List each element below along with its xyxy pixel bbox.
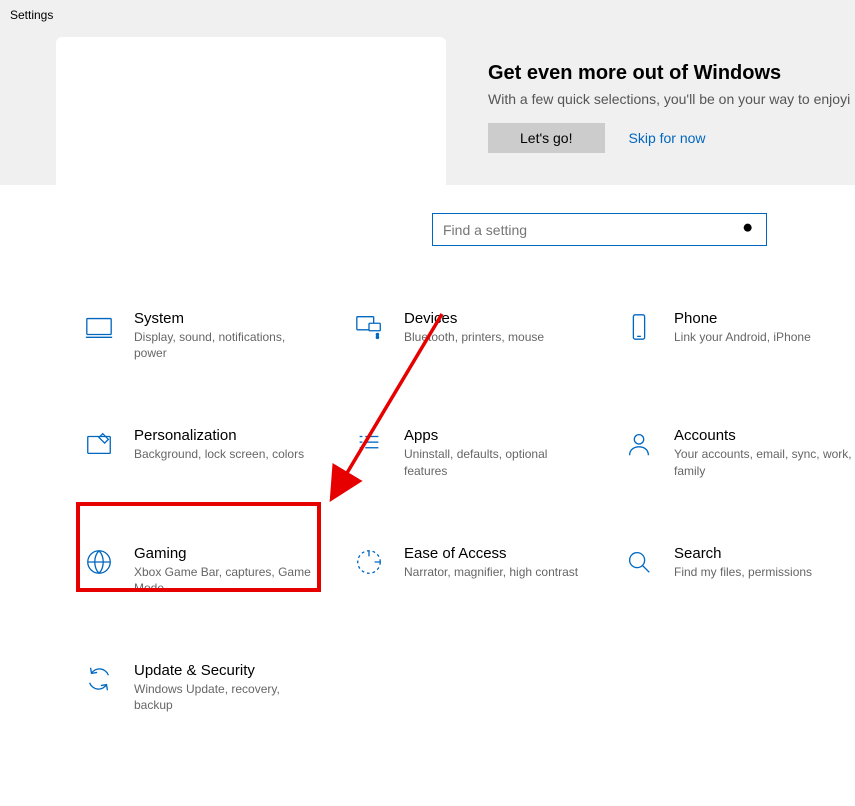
header-band: Settings Get even more out of Windows Wi… xyxy=(0,0,855,185)
tile-desc: Narrator, magnifier, high contrast xyxy=(404,564,578,580)
tile-title: Phone xyxy=(674,310,811,327)
tile-title: Update & Security xyxy=(134,662,314,679)
search-tile-icon xyxy=(622,545,656,579)
tile-desc: Find my files, permissions xyxy=(674,564,812,580)
tile-desc: Xbox Game Bar, captures, Game Mode xyxy=(134,564,314,596)
search-input[interactable] xyxy=(432,213,767,246)
user-panel xyxy=(56,37,446,185)
system-icon xyxy=(82,310,116,344)
ease-icon xyxy=(352,545,386,579)
tile-desc: Link your Android, iPhone xyxy=(674,329,811,345)
tile-desc: Windows Update, recovery, backup xyxy=(134,681,314,713)
accounts-icon xyxy=(622,427,656,461)
devices-icon xyxy=(352,310,386,344)
promo-block: Get even more out of Windows With a few … xyxy=(488,62,855,153)
tile-update-security[interactable]: Update & Security Windows Update, recove… xyxy=(80,658,350,717)
tile-title: Ease of Access xyxy=(404,545,578,562)
tile-apps[interactable]: Apps Uninstall, defaults, optional featu… xyxy=(350,423,620,482)
tile-title: System xyxy=(134,310,314,327)
tile-phone[interactable]: Phone Link your Android, iPhone xyxy=(620,306,855,365)
tile-desc: Background, lock screen, colors xyxy=(134,446,304,462)
search-icon xyxy=(741,221,757,237)
tile-devices[interactable]: Devices Bluetooth, printers, mouse xyxy=(350,306,620,365)
tile-title: Apps xyxy=(404,427,584,444)
tile-ease-of-access[interactable]: Ease of Access Narrator, magnifier, high… xyxy=(350,541,620,600)
tile-search[interactable]: Search Find my files, permissions xyxy=(620,541,855,600)
promo-subtext: With a few quick selections, you'll be o… xyxy=(488,91,855,107)
search-row xyxy=(432,213,767,246)
tile-title: Search xyxy=(674,545,812,562)
tile-title: Accounts xyxy=(674,427,854,444)
window-title: Settings xyxy=(10,8,53,22)
phone-icon xyxy=(622,310,656,344)
settings-grid: System Display, sound, notifications, po… xyxy=(80,306,855,718)
tile-accounts[interactable]: Accounts Your accounts, email, sync, wor… xyxy=(620,423,855,482)
tile-title: Personalization xyxy=(134,427,304,444)
promo-heading: Get even more out of Windows xyxy=(488,62,855,85)
tile-system[interactable]: System Display, sound, notifications, po… xyxy=(80,306,350,365)
skip-link[interactable]: Skip for now xyxy=(629,130,706,146)
apps-icon xyxy=(352,427,386,461)
update-icon xyxy=(82,662,116,696)
tile-desc: Display, sound, notifications, power xyxy=(134,329,314,361)
gaming-icon xyxy=(82,545,116,579)
tile-title: Devices xyxy=(404,310,544,327)
tile-desc: Your accounts, email, sync, work, family xyxy=(674,446,854,478)
tile-desc: Bluetooth, printers, mouse xyxy=(404,329,544,345)
personalization-icon xyxy=(82,427,116,461)
tile-personalization[interactable]: Personalization Background, lock screen,… xyxy=(80,423,350,482)
tile-title: Gaming xyxy=(134,545,314,562)
lets-go-button[interactable]: Let's go! xyxy=(488,123,605,153)
tile-desc: Uninstall, defaults, optional features xyxy=(404,446,584,478)
tile-gaming[interactable]: Gaming Xbox Game Bar, captures, Game Mod… xyxy=(80,541,350,600)
